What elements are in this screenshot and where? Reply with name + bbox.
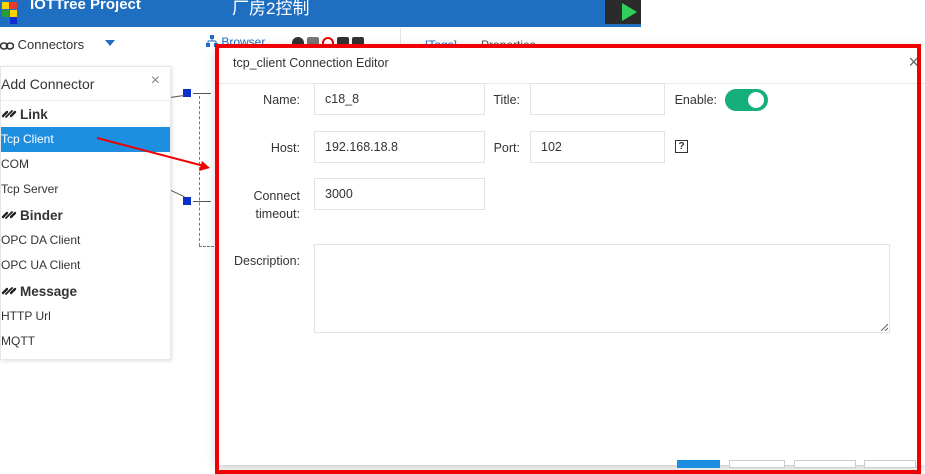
annotation-arrow [96,137,210,171]
